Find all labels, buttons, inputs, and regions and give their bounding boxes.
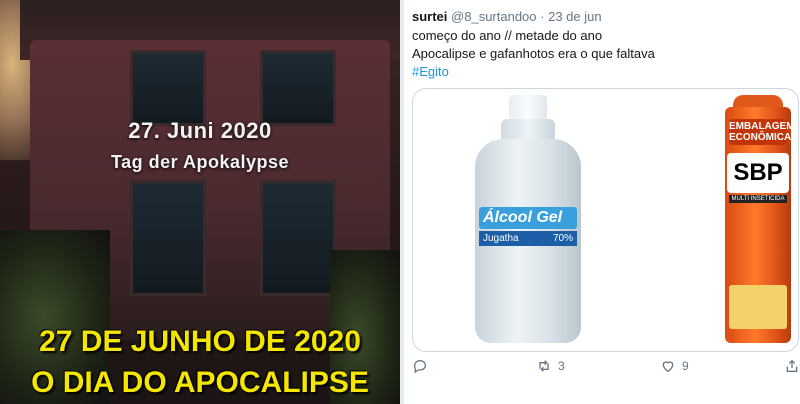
tweet-header: surtei @8_surtandoo · 23 de jun [412, 9, 602, 24]
german-date-caption: 27. Juni 2020 [128, 118, 272, 143]
tweet-text-line: começo do ano // metade do ano [412, 28, 603, 43]
like-count: 9 [682, 359, 689, 373]
hand-sanitizer-bottle: Álcool Gel Jugatha 70% [473, 95, 583, 343]
can-subtitle: MULTI INSETICIDA [729, 195, 787, 203]
german-subtitle-caption: Tag der Apokalypse [110, 152, 290, 172]
share-button[interactable] [784, 358, 800, 374]
bottle-cap [509, 95, 547, 121]
share-icon [786, 359, 798, 372]
house-window [260, 180, 336, 296]
retweet-count: 3 [558, 359, 565, 373]
reply-button[interactable] [412, 358, 434, 374]
handle[interactable]: @8_surtandoo [451, 9, 536, 24]
insecticide-can: EMBALAGEM ECONÔMICA SBP MULTI INSETICIDA [723, 95, 795, 343]
hashtag-link[interactable]: #Egito [412, 64, 449, 79]
can-promo-label: EMBALAGEM ECONÔMICA [729, 119, 795, 145]
display-name[interactable]: surtei [412, 9, 447, 24]
reply-icon [413, 359, 427, 374]
tweet-media[interactable]: Álcool Gel Jugatha 70% EMBALAGEM ECONÔMI… [412, 88, 799, 352]
tweet-date[interactable]: 23 de jun [548, 9, 602, 24]
divider [400, 0, 404, 404]
house-window [130, 50, 206, 126]
separator: · [540, 9, 545, 24]
retweet-icon [539, 360, 549, 372]
tweet-text-line: Apocalipse e gafanhotos era o que faltav… [412, 46, 655, 61]
tweet-card[interactable]: surtei @8_surtandoo · 23 de jun começo d… [400, 0, 800, 404]
bottle-label-brand-row: Jugatha 70% [479, 231, 577, 246]
portuguese-subtitle-caption: O DIA DO APOCALIPSE [31, 366, 369, 399]
bottle-brand: Jugatha [483, 233, 519, 244]
can-promo-line: EMBALAGEM [729, 121, 795, 132]
can-brand: SBP [727, 153, 789, 193]
retweet-button[interactable]: 3 [536, 358, 565, 374]
heart-icon [662, 361, 674, 373]
bottle-label: Álcool Gel Jugatha 70% [479, 207, 577, 285]
portuguese-date-caption: 27 DE JUNHO DE 2020 [39, 325, 361, 358]
like-button[interactable]: 9 [660, 358, 689, 374]
tweet-actions: 3 9 [412, 358, 800, 378]
meme-image: 27. Juni 2020 Tag der Apokalypse 27 DE J… [0, 0, 400, 404]
bottle-percent: 70% [552, 233, 573, 244]
house-window [130, 180, 206, 296]
house-window [260, 50, 336, 126]
bottle-neck [501, 119, 555, 141]
can-promo-line: ECONÔMICA [729, 132, 792, 143]
bottle-label-title: Álcool Gel [479, 207, 577, 229]
can-info-panel [729, 285, 787, 329]
